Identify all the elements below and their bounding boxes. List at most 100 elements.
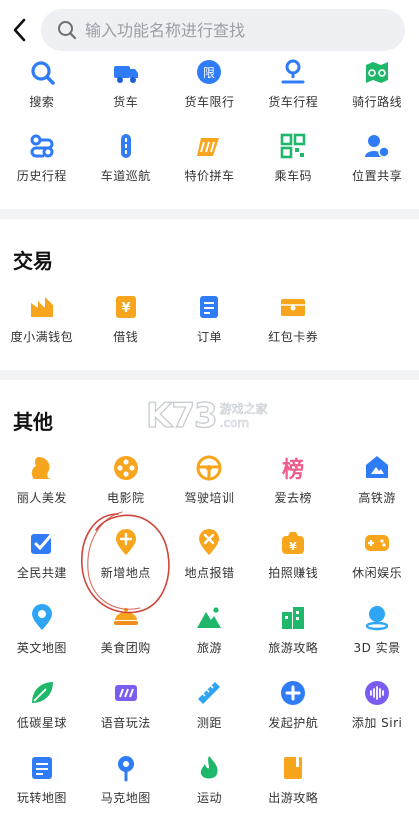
svg-text:¥: ¥ xyxy=(121,301,130,316)
grid-item-mark-pin[interactable]: 马克地图 xyxy=(84,754,168,806)
film-reel-icon xyxy=(113,456,138,480)
grid-item-truck[interactable]: 货车 xyxy=(84,58,168,110)
grid-item-label: 新增地点 xyxy=(100,566,151,580)
report-error-icon xyxy=(199,529,220,555)
search-input[interactable] xyxy=(85,20,375,40)
lane-cruise-icon xyxy=(120,134,131,158)
grid-item-order[interactable]: 订单 xyxy=(168,293,252,345)
history-route-icon xyxy=(30,134,54,158)
grid-item-label: 红包卡券 xyxy=(268,330,319,344)
grid-item-label: 3D 实景 xyxy=(353,641,401,655)
section-title-other: 其他 xyxy=(13,410,53,434)
train-trip-icon xyxy=(366,456,389,478)
grid-item-ranking[interactable]: 榜爱去榜 xyxy=(251,454,335,506)
grid-item-label: 货车 xyxy=(113,95,139,109)
beauty-icon xyxy=(31,457,52,479)
wallet-icon xyxy=(30,297,53,317)
grid-item-gamepad[interactable]: 休闲娱乐 xyxy=(335,529,419,581)
grid-item-trip-book[interactable]: 出游攻略 xyxy=(251,754,335,806)
grid-item-label: 玩转地图 xyxy=(16,791,67,805)
grid-item-report-error[interactable]: 地点报错 xyxy=(168,529,252,581)
grid-item-coupon[interactable]: 红包卡券 xyxy=(251,293,335,345)
grid-item-train-trip[interactable]: 高铁游 xyxy=(335,454,419,506)
trip-book-icon xyxy=(284,757,303,779)
grid-item-label: 低碳星球 xyxy=(16,716,67,730)
section-divider xyxy=(0,370,419,380)
ranking-icon: 榜 xyxy=(282,457,304,482)
grid-item-siri[interactable]: 添加 Siri xyxy=(335,679,419,731)
grid-item-plus-circle[interactable]: 发起护航 xyxy=(251,679,335,731)
grid-item-label: 添加 Siri xyxy=(351,716,403,730)
add-place-icon xyxy=(115,529,136,555)
svg-text:¥: ¥ xyxy=(289,540,297,553)
grid-item-map-guide[interactable]: 玩转地图 xyxy=(0,754,84,806)
grid-item-qr-code[interactable]: 乘车码 xyxy=(251,132,335,184)
3d-view-icon xyxy=(365,606,389,631)
search-icon xyxy=(58,21,77,40)
grid-item-label: 骑行路线 xyxy=(352,95,403,109)
grid-item-cycling-map[interactable]: 骑行路线 xyxy=(335,58,419,110)
grid-item-route-pin[interactable]: 货车行程 xyxy=(251,58,335,110)
grid-item-history-route[interactable]: 历史行程 xyxy=(0,132,84,184)
grid-item-label: 语音玩法 xyxy=(100,716,151,730)
photo-money-icon: ¥ xyxy=(282,532,305,554)
grid-item-label: 出游攻略 xyxy=(268,791,319,805)
english-map-icon xyxy=(31,604,52,630)
grid-item-label: 旅游攻略 xyxy=(268,641,319,655)
search-bar[interactable] xyxy=(41,9,405,51)
grid-item-food-deal[interactable]: 美食团购 xyxy=(84,604,168,656)
location-share-icon xyxy=(365,135,390,158)
restriction-icon: 限 xyxy=(197,60,222,84)
carpool-icon xyxy=(197,138,220,156)
grid-item-label: 发起护航 xyxy=(268,716,319,730)
grid-item-carpool[interactable]: 特价拼车 xyxy=(168,132,252,184)
grid-item-label: 电影院 xyxy=(106,491,145,505)
grid-item-co-build[interactable]: 全民共建 xyxy=(0,529,84,581)
grid-item-restriction[interactable]: 限货车限行 xyxy=(168,58,252,110)
grid-item-mountain[interactable]: 旅游 xyxy=(168,604,252,656)
grid-item-3d-view[interactable]: 3D 实景 xyxy=(335,604,419,656)
search-icon xyxy=(31,61,55,85)
grid-item-lane-cruise[interactable]: 车道巡航 xyxy=(84,132,168,184)
watermark-cn: 游戏之家 xyxy=(219,402,268,416)
route-pin-icon xyxy=(281,59,305,84)
grid-item-label: 爱去榜 xyxy=(274,491,313,505)
back-button[interactable] xyxy=(8,14,32,46)
grid-item-add-place[interactable]: 新增地点 xyxy=(84,529,168,581)
ruler-icon xyxy=(198,682,221,704)
truck-icon xyxy=(113,66,138,83)
plus-circle-icon xyxy=(281,681,306,705)
cycling-map-icon xyxy=(366,62,389,83)
grid-item-location-share[interactable]: 位置共享 xyxy=(335,132,419,184)
mark-pin-icon xyxy=(117,756,134,782)
grid-item-beauty[interactable]: 丽人美发 xyxy=(0,454,84,506)
grid-item-label: 搜索 xyxy=(29,95,55,109)
grid-item-search[interactable]: 搜索 xyxy=(0,58,84,110)
grid-item-label: 驾驶培训 xyxy=(184,491,235,505)
chevron-left-icon xyxy=(13,18,26,42)
grid-item-steering-wheel[interactable]: 驾驶培训 xyxy=(168,454,252,506)
grid-item-film-reel[interactable]: 电影院 xyxy=(84,454,168,506)
grid-item-label: 拍照赚钱 xyxy=(268,566,319,580)
grid-item-label: 休闲娱乐 xyxy=(352,566,403,580)
voice-play-icon xyxy=(114,685,137,701)
grid-item-wallet[interactable]: 度小满钱包 xyxy=(0,293,84,345)
coupon-icon xyxy=(281,299,306,316)
grid-item-photo-money[interactable]: ¥ 拍照赚钱 xyxy=(251,529,335,581)
grid-item-label: 货车行程 xyxy=(268,95,319,109)
svg-text:限: 限 xyxy=(203,66,215,80)
grid-item-english-map[interactable]: 英文地图 xyxy=(0,604,84,656)
grid-item-label: 借钱 xyxy=(113,330,139,344)
travel-guide-icon xyxy=(282,607,305,629)
grid-item-loan[interactable]: ¥ 借钱 xyxy=(84,293,168,345)
grid-item-leaf[interactable]: 低碳星球 xyxy=(0,679,84,731)
grid-item-label: 历史行程 xyxy=(16,169,67,183)
grid-item-voice-play[interactable]: 语音玩法 xyxy=(84,679,168,731)
grid-item-label: 地点报错 xyxy=(184,566,235,580)
grid-item-ruler[interactable]: 测距 xyxy=(168,679,252,731)
section-title-trade: 交易 xyxy=(13,249,53,273)
grid-item-label: 美食团购 xyxy=(100,641,151,655)
grid-item-flame[interactable]: 运动 xyxy=(168,754,252,806)
grid-item-travel-guide[interactable]: 旅游攻略 xyxy=(251,604,335,656)
flame-icon xyxy=(201,756,219,779)
